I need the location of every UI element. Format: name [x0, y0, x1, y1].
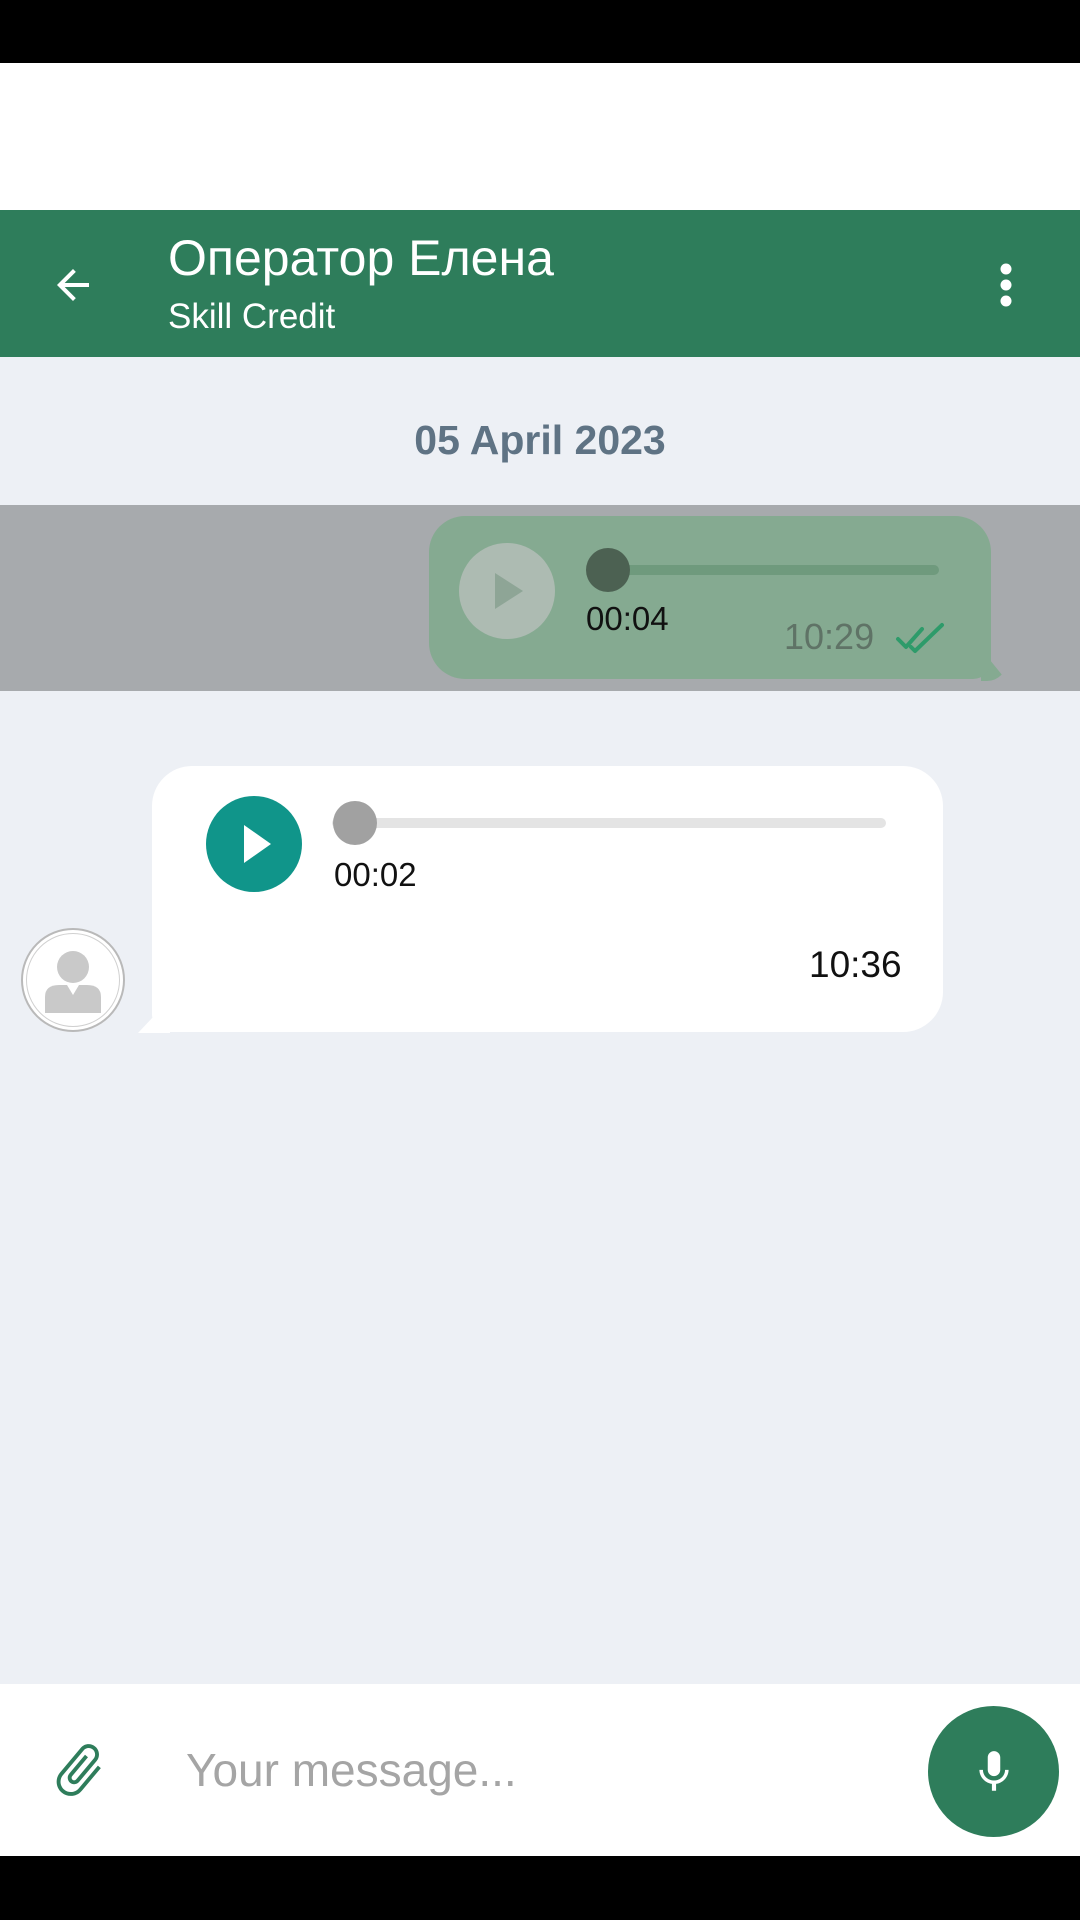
play-icon — [244, 825, 271, 863]
voice-duration: 00:02 — [334, 856, 417, 893]
audio-progress-knob[interactable] — [586, 548, 630, 592]
status-bar — [0, 0, 1080, 63]
play-icon — [495, 573, 523, 609]
top-spacer — [0, 63, 1080, 210]
message-composer — [0, 1684, 1080, 1856]
audio-progress-knob[interactable] — [333, 801, 377, 845]
system-navigation-bar — [0, 1856, 1080, 1920]
paperclip-icon — [56, 1744, 101, 1796]
attach-button[interactable] — [44, 1732, 114, 1808]
outgoing-voice-message[interactable]: 00:04 10:29 — [429, 516, 991, 679]
play-button[interactable] — [206, 796, 302, 892]
chat-header: Оператор Елена Skill Credit — [0, 210, 1080, 357]
arrow-left-icon — [57, 269, 89, 301]
avatar — [21, 928, 125, 1032]
audio-progress-track[interactable] — [332, 818, 886, 828]
voice-duration: 00:04 — [586, 600, 669, 637]
message-time: 10:29 — [784, 616, 875, 657]
more-vertical-icon — [1000, 263, 1012, 307]
voice-record-button[interactable] — [928, 1706, 1059, 1837]
incoming-voice-message[interactable]: 00:02 10:36 — [152, 766, 943, 1032]
contact-name: Оператор Елена — [168, 230, 554, 286]
message-time: 10:36 — [809, 944, 902, 985]
contact-subtitle: Skill Credit — [168, 297, 336, 336]
user-placeholder-icon — [45, 951, 101, 1013]
microphone-icon — [978, 1750, 1009, 1791]
date-separator: 05 April 2023 — [414, 417, 666, 463]
audio-progress-track[interactable] — [589, 565, 939, 575]
message-input[interactable] — [186, 1734, 906, 1806]
back-button[interactable] — [40, 252, 106, 318]
play-button[interactable] — [459, 543, 555, 639]
more-menu-button[interactable] — [976, 252, 1036, 318]
chat-area: 05 April 2023 00:04 10:29 00:02 10:36 — [0, 357, 1080, 1684]
double-check-icon — [896, 623, 944, 653]
